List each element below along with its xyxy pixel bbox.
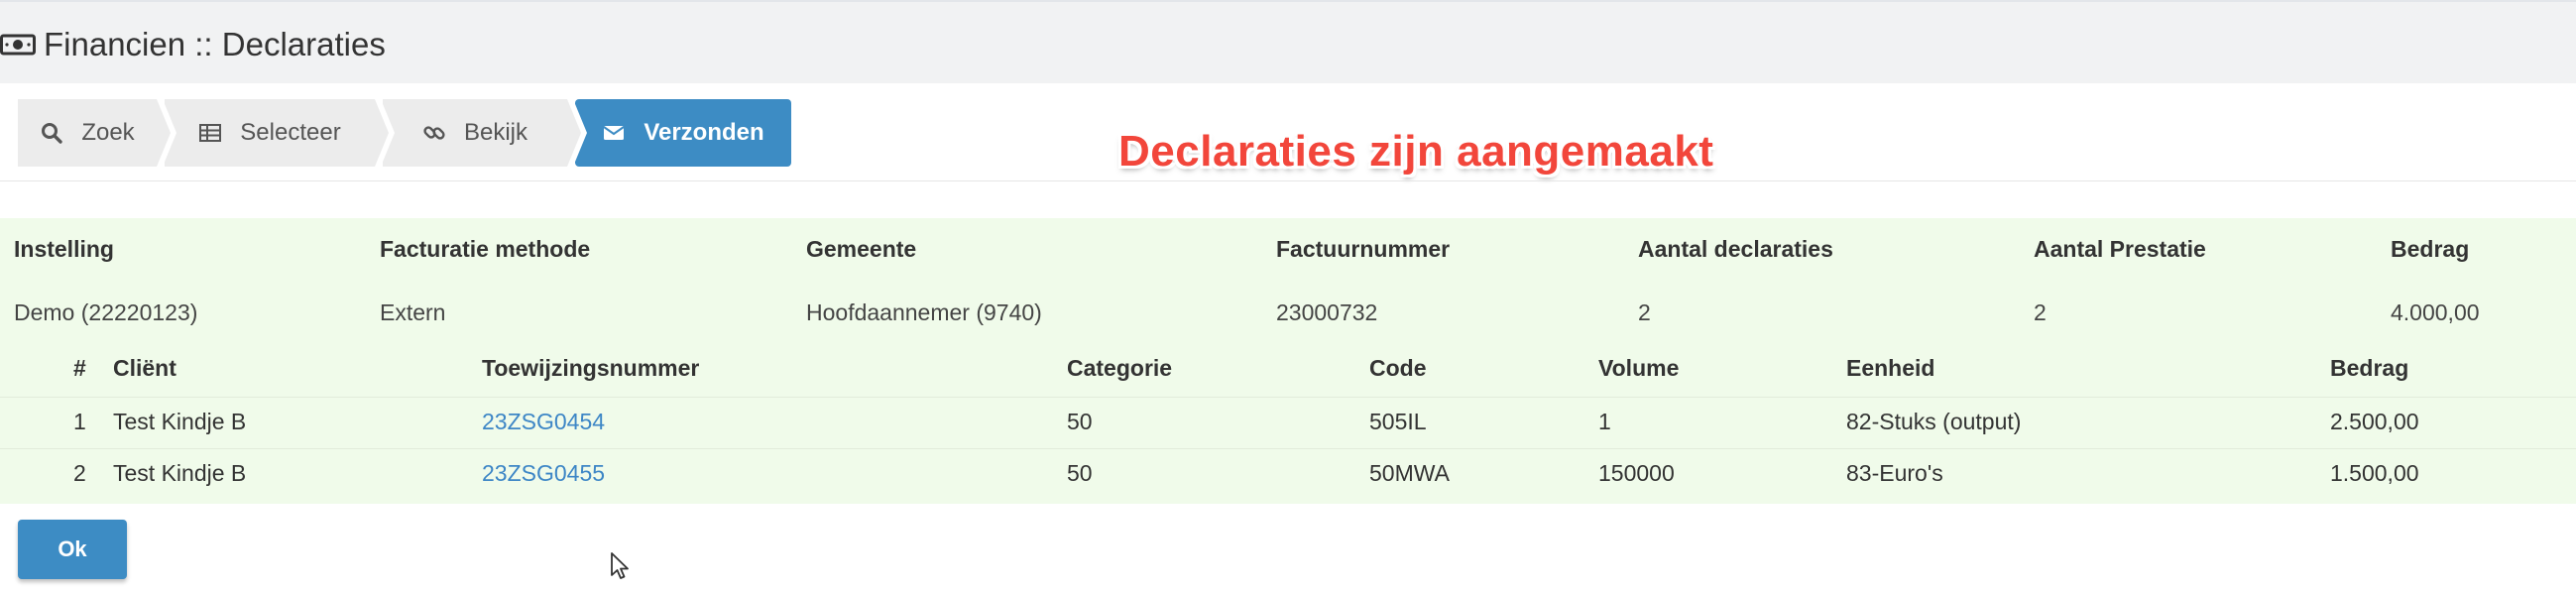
search-icon	[40, 121, 63, 145]
row-code: 505IL	[1369, 409, 1427, 434]
row-nr: 2	[73, 460, 86, 486]
row-bedrag: 2.500,00	[2330, 409, 2419, 434]
step-bekijk[interactable]: Bekijk	[383, 99, 587, 167]
money-icon	[0, 33, 36, 57]
row-volume: 1	[1598, 409, 1611, 434]
title-wrap: Financien :: Declaraties	[0, 26, 386, 63]
mouse-cursor-icon	[610, 551, 632, 581]
page-title: Financien :: Declaraties	[44, 26, 386, 62]
col-toewijzingsnummer: Toewijzingsnummer	[482, 355, 700, 381]
col-client: Cliënt	[113, 355, 176, 381]
row-eenheid: 82-Stuks (output)	[1846, 409, 2022, 434]
row-bedrag: 1.500,00	[2330, 460, 2419, 486]
row-eenheid: 83-Euro's	[1846, 460, 1943, 486]
row-nr: 1	[73, 409, 86, 434]
col-detail-bedrag: Bedrag	[2330, 355, 2409, 381]
step-label-zoek: Zoek	[81, 119, 135, 146]
value-bedrag: 4.000,00	[2391, 299, 2480, 325]
value-aantal-prestatie: 2	[2034, 299, 2047, 325]
value-facturatie-methode: Extern	[380, 299, 446, 325]
value-factuurnummer: 23000732	[1276, 299, 1378, 325]
row-categorie: 50	[1067, 409, 1093, 434]
value-aantal-declaraties: 2	[1638, 299, 1651, 325]
col-categorie: Categorie	[1067, 355, 1173, 381]
envelope-icon	[602, 121, 626, 145]
table-icon	[198, 121, 222, 145]
col-factuurnummer: Factuurnummer	[1276, 236, 1451, 262]
col-gemeente: Gemeente	[806, 236, 917, 262]
link-icon	[422, 121, 446, 145]
ok-button[interactable]: Ok	[18, 520, 127, 579]
step-zoek[interactable]: Zoek	[18, 99, 176, 167]
divider	[0, 180, 2576, 181]
page-header: Financien :: Declaraties	[0, 0, 2576, 83]
step-label-selecteer: Selecteer	[240, 119, 341, 146]
row-client: Test Kindje B	[113, 460, 247, 486]
row-client: Test Kindje B	[113, 409, 247, 434]
declaration-summary-panel: Instelling Facturatie methode Gemeente F…	[0, 218, 2576, 504]
toewijzingsnummer-link[interactable]: 23ZSG0455	[482, 460, 605, 487]
step-label-verzonden: Verzonden	[644, 119, 764, 146]
col-nr: #	[73, 355, 86, 381]
col-instelling: Instelling	[14, 236, 114, 262]
wizard-steps: Zoek Selecteer Bekijk Verzonden	[18, 99, 799, 167]
value-gemeente: Hoofdaannemer (9740)	[806, 299, 1042, 325]
row-code: 50MWA	[1369, 460, 1450, 486]
row-divider	[0, 448, 2576, 449]
col-volume: Volume	[1598, 355, 1680, 381]
col-aantal-declaraties: Aantal declaraties	[1638, 236, 1833, 262]
col-code: Code	[1369, 355, 1427, 381]
row-divider	[0, 397, 2576, 398]
toewijzingsnummer-link[interactable]: 23ZSG0454	[482, 409, 605, 435]
success-overlay-message: Declaraties zijn aangemaakt	[1118, 127, 1714, 176]
col-bedrag: Bedrag	[2391, 236, 2470, 262]
value-instelling: Demo (22220123)	[14, 299, 198, 325]
step-selecteer[interactable]: Selecteer	[165, 99, 395, 167]
step-verzonden[interactable]: Verzonden	[575, 99, 791, 167]
row-categorie: 50	[1067, 460, 1093, 486]
step-label-bekijk: Bekijk	[463, 119, 528, 146]
col-facturatie-methode: Facturatie methode	[380, 236, 591, 262]
row-volume: 150000	[1598, 460, 1675, 486]
col-eenheid: Eenheid	[1846, 355, 1935, 381]
col-aantal-prestatie: Aantal Prestatie	[2034, 236, 2206, 262]
